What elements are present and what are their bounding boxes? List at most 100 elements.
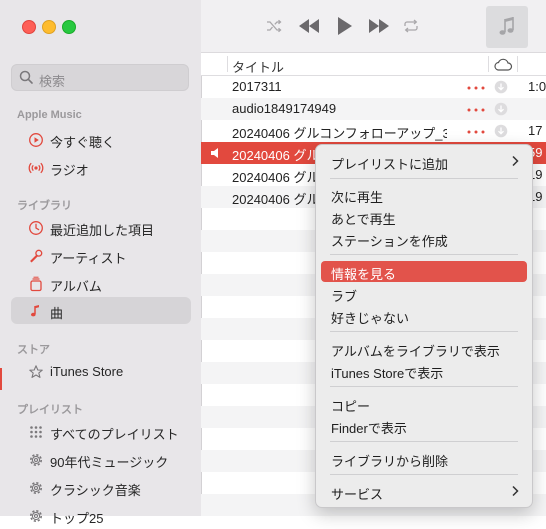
menu-separator (330, 441, 518, 442)
song-title: 20240406 グルコンフォローアップ_3 (232, 126, 447, 141)
sidebar-item-recently-added[interactable]: 最近追加した項目 (11, 214, 191, 241)
menu-item-copy[interactable]: コピー (321, 393, 527, 414)
sidebar-item-label: すべてのプレイリスト (50, 427, 179, 442)
column-divider (488, 56, 489, 72)
sidebar-item-classical-music[interactable]: クラシック音楽 (11, 474, 191, 501)
download-icon[interactable] (494, 124, 508, 138)
sidebar-item-artists[interactable]: アーティスト (11, 242, 191, 269)
menu-item-label: プレイリストに追加 (331, 157, 449, 172)
grid-icon (30, 426, 42, 438)
sidebar-item-label: トップ25 (50, 511, 104, 526)
sidebar-item-label: アーティスト (50, 251, 127, 266)
menu-item-play-next[interactable]: 次に再生 (321, 184, 527, 205)
menu-item-services[interactable]: サービス (321, 481, 527, 502)
sidebar-item-label: 今すぐ聴く (50, 135, 116, 150)
menu-item-get-info[interactable]: 情報を見る (321, 261, 527, 282)
download-icon[interactable] (494, 80, 508, 94)
menu-separator (330, 386, 518, 387)
menu-item-play-later[interactable]: あとで再生 (321, 206, 527, 227)
sidebar-item-label: 最近追加した項目 (50, 223, 155, 238)
star-icon (29, 365, 43, 378)
menu-item-love[interactable]: ラブ (321, 283, 527, 304)
menu-item-label: あとで再生 (331, 212, 396, 227)
clock-icon (29, 221, 43, 235)
menu-item-label: 情報を見る (331, 267, 397, 282)
search-icon (19, 70, 33, 84)
section-title-playlists: プレイリスト (17, 404, 83, 416)
menu-item-show-album-in-library[interactable]: アルバムをライブラリで表示 (321, 338, 527, 359)
table-row[interactable]: 20240406 グルコンフォローアップ_3 17 (201, 120, 546, 142)
menu-item-add-to-playlist[interactable]: プレイリストに追加 (321, 151, 527, 172)
menu-separator (330, 254, 518, 255)
cloud-icon[interactable] (493, 58, 513, 71)
radio-broadcast-icon (28, 162, 44, 174)
window-edge-accent (0, 368, 2, 390)
menu-separator (330, 331, 518, 332)
sidebar-item-label: ラジオ (50, 163, 89, 178)
play-circle-icon (29, 133, 43, 147)
repeat-icon[interactable] (403, 18, 419, 34)
menu-item-label: アルバムをライブラリで表示 (331, 344, 500, 359)
menu-item-create-station[interactable]: ステーションを作成 (321, 228, 527, 249)
music-note-icon (499, 17, 514, 35)
search-placeholder: 検索 (39, 74, 66, 89)
menu-item-label: 次に再生 (331, 190, 384, 205)
column-divider (227, 56, 228, 72)
sidebar: 検索 Apple Music 今すぐ聴く ラジオ ライブラリ 最近追加した項目 … (0, 0, 202, 526)
sidebar-item-itunes-store[interactable]: iTunes Store (11, 358, 191, 385)
download-icon[interactable] (494, 102, 508, 116)
gear-icon (30, 454, 42, 466)
sidebar-item-label: アルバム (50, 279, 102, 294)
minimize-button[interactable] (42, 20, 56, 34)
gear-icon (30, 482, 42, 494)
song-title: 2017311 (232, 79, 282, 94)
sidebar-item-label: クラシック音楽 (50, 483, 141, 498)
menu-item-label: Finderで表示 (331, 421, 407, 436)
table-row[interactable]: audio1849174949 (201, 98, 546, 120)
menu-item-label: コピー (331, 399, 371, 414)
music-note-icon (31, 305, 39, 317)
previous-icon[interactable] (297, 17, 321, 35)
sidebar-item-label: iTunes Store (50, 364, 124, 379)
album-stack-icon (30, 276, 42, 292)
close-button[interactable] (22, 20, 36, 34)
sidebar-item-all-playlists[interactable]: すべてのプレイリスト (11, 418, 191, 445)
menu-item-delete-from-library[interactable]: ライブラリから削除 (321, 448, 527, 469)
play-icon[interactable] (336, 15, 354, 37)
column-divider (517, 56, 518, 72)
search-field[interactable]: 検索 (11, 64, 189, 91)
menu-item-show-in-finder[interactable]: Finderで表示 (321, 415, 527, 436)
sidebar-item-90s-music[interactable]: 90年代ミュージック (11, 446, 191, 473)
section-title-store: ストア (17, 344, 50, 356)
sidebar-item-label: 曲 (50, 306, 64, 321)
song-duration: 17 (528, 123, 543, 138)
sidebar-item-label: 90年代ミュージック (50, 455, 169, 470)
now-playing-artwork[interactable] (486, 6, 528, 48)
column-header-title[interactable]: タイトル (232, 57, 284, 76)
menu-item-label: ライブラリから削除 (331, 454, 449, 469)
menu-item-label: iTunes Storeで表示 (331, 366, 444, 381)
more-options-icon[interactable] (467, 108, 485, 112)
chevron-right-icon (512, 155, 519, 167)
chevron-right-icon (512, 485, 519, 497)
song-duration: 1:05 (528, 79, 546, 94)
microphone-icon (30, 249, 43, 263)
zoom-button[interactable] (62, 20, 76, 34)
menu-separator (330, 474, 518, 475)
shuffle-icon[interactable] (266, 18, 282, 34)
sidebar-item-radio[interactable]: ラジオ (11, 154, 191, 181)
menu-item-dislike[interactable]: 好きじゃない (321, 305, 527, 326)
sidebar-item-albums[interactable]: アルバム (11, 270, 191, 297)
menu-item-label: サービス (331, 487, 384, 502)
context-menu: プレイリストに追加 次に再生 あとで再生 ステーションを作成 情報を見る ラブ … (315, 144, 533, 508)
more-options-icon[interactable] (467, 130, 485, 134)
menu-item-show-in-itunes-store[interactable]: iTunes Storeで表示 (321, 360, 527, 381)
song-title: audio1849174949 (232, 101, 337, 116)
more-options-icon[interactable] (467, 86, 485, 90)
gear-icon (30, 510, 42, 522)
next-icon[interactable] (367, 17, 391, 35)
sidebar-item-songs[interactable]: 曲 (11, 297, 191, 324)
sidebar-item-listen-now[interactable]: 今すぐ聴く (11, 126, 191, 153)
menu-item-label: ラブ (331, 289, 358, 304)
table-row[interactable]: 2017311 1:05 (201, 76, 546, 98)
